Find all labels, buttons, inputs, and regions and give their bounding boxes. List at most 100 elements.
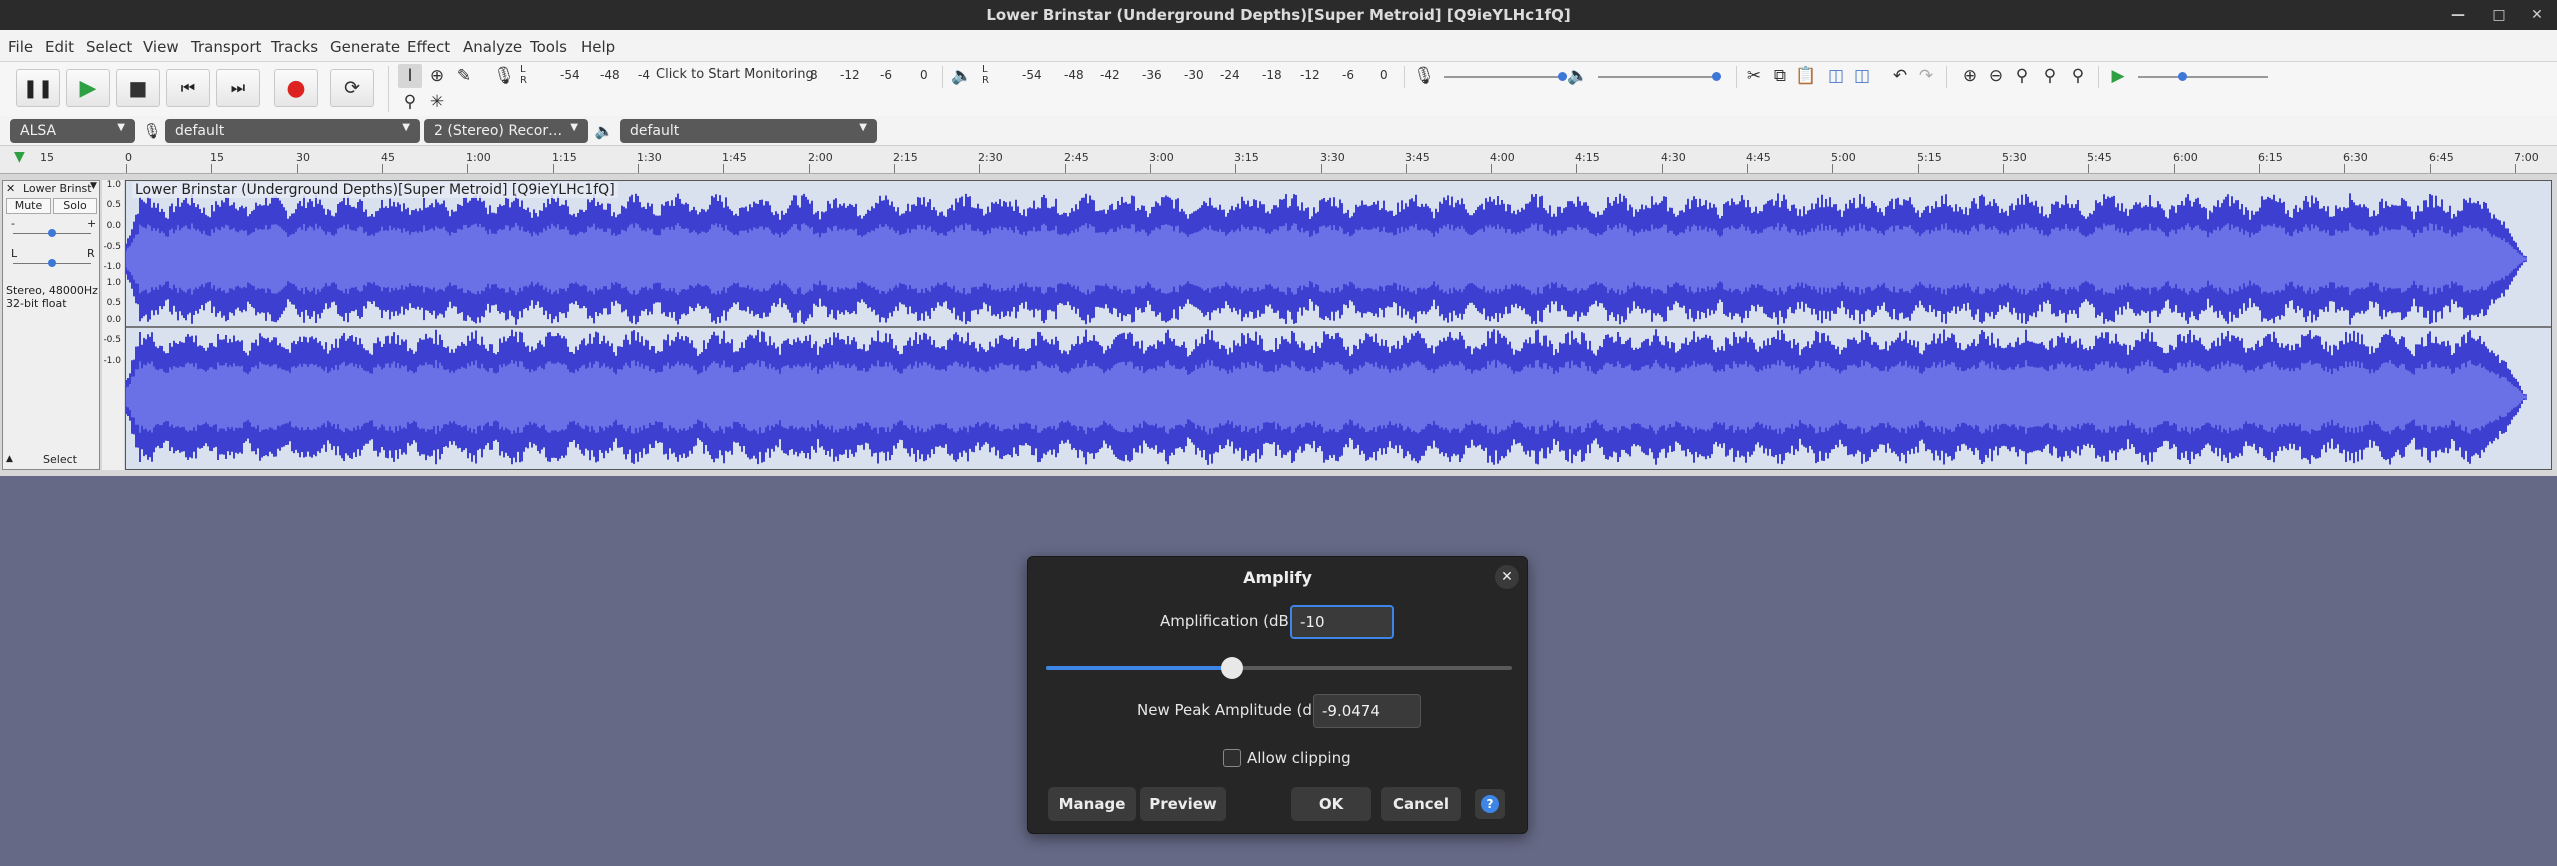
- scale-label: 0.5: [106, 200, 121, 210]
- zoom-in-icon[interactable]: ⊕: [1958, 64, 1982, 88]
- toolbar-divider: [388, 66, 389, 112]
- track-menu-name[interactable]: Lower Brinst: [23, 182, 92, 195]
- manage-button[interactable]: Manage: [1048, 787, 1136, 821]
- menu-select[interactable]: Select: [86, 38, 132, 56]
- toolbar-divider: [1736, 66, 1737, 88]
- microphone-icon[interactable]: 🎙: [492, 64, 516, 88]
- play-at-speed-icon[interactable]: ▶: [2106, 64, 2130, 88]
- chevron-down-icon[interactable]: ▼: [90, 181, 97, 191]
- menu-effect[interactable]: Effect: [407, 38, 450, 56]
- help-icon: ?: [1481, 795, 1499, 813]
- solo-button[interactable]: Solo: [53, 198, 97, 214]
- silence-icon[interactable]: ◫: [1850, 64, 1874, 88]
- fit-selection-icon[interactable]: ⚲: [2010, 64, 2034, 88]
- mute-button[interactable]: Mute: [6, 198, 51, 214]
- selection-tool-icon[interactable]: I: [398, 64, 422, 88]
- recording-channels-select[interactable]: 2 (Stereo) Recor… ▼: [424, 119, 588, 143]
- waveform[interactable]: [126, 181, 2552, 470]
- menu-tools[interactable]: Tools: [530, 38, 567, 56]
- menu-analyze[interactable]: Analyze: [463, 38, 522, 56]
- undo-icon[interactable]: ↶: [1888, 64, 1912, 88]
- maximize-icon[interactable]: □: [2487, 3, 2511, 27]
- menu-edit[interactable]: Edit: [45, 38, 74, 56]
- playback-volume-slider[interactable]: [1598, 76, 1718, 78]
- draw-tool-icon[interactable]: ✎: [452, 64, 476, 88]
- cut-icon[interactable]: ✂: [1742, 64, 1766, 88]
- timeline-ruler[interactable]: ▼ 15 0 15 30 45 1:00 1:15 1:30 1:45 2:00 2:15 2:30…: [0, 146, 2557, 174]
- amplification-slider[interactable]: [1046, 657, 1512, 679]
- menu-generate[interactable]: Generate: [330, 38, 400, 56]
- title-bar: Lower Brinstar (Underground Depths)[Supe…: [0, 0, 2557, 30]
- loop-button[interactable]: ⟳: [330, 69, 374, 107]
- copy-icon[interactable]: ⧉: [1768, 64, 1792, 88]
- ruler-tick-mark: [638, 164, 639, 173]
- audio-host-select[interactable]: ALSA ▼: [10, 119, 135, 143]
- track-control-panel: ✕ Lower Brinst ▼ Mute Solo - + L R Stere…: [2, 180, 100, 470]
- collapse-track-icon[interactable]: ▲: [6, 454, 13, 464]
- allow-clipping-label[interactable]: Allow clipping: [1247, 749, 1351, 767]
- preview-button[interactable]: Preview: [1140, 787, 1226, 821]
- amplification-slider-knob[interactable]: [1221, 657, 1244, 679]
- ruler-tick-mark: [1747, 164, 1748, 173]
- waveform-clip[interactable]: Lower Brinstar (Underground Depths)[Supe…: [125, 180, 2552, 470]
- zoom-tool-icon[interactable]: ⚲: [398, 90, 422, 114]
- ruler-tick-label: 0: [125, 151, 132, 164]
- toolbar-divider: [2098, 66, 2099, 88]
- recording-volume-slider[interactable]: [1444, 76, 1564, 78]
- play-meter-tick: -24: [1220, 68, 1240, 82]
- pan-right: R: [87, 247, 95, 260]
- play-meter-tick: -30: [1184, 68, 1204, 82]
- pan-knob[interactable]: [48, 259, 56, 267]
- amplification-input[interactable]: [1290, 605, 1394, 639]
- track-close-icon[interactable]: ✕: [6, 182, 15, 195]
- playback-meter[interactable]: -54 -48 -42 -36 -30 -24 -18 -12 -6 0: [992, 64, 1392, 86]
- cancel-button[interactable]: Cancel: [1381, 787, 1461, 821]
- zoom-out-icon[interactable]: ⊖: [1984, 64, 2008, 88]
- record-meter-r: R: [520, 75, 527, 86]
- pause-button[interactable]: ❚❚: [16, 69, 60, 107]
- ruler-tick-label: 30: [296, 151, 310, 164]
- play-speed-knob[interactable]: [2178, 72, 2187, 81]
- ruler-tick-label: 2:00: [808, 151, 833, 164]
- ruler-tick-label: 2:15: [893, 151, 918, 164]
- menu-tracks[interactable]: Tracks: [271, 38, 318, 56]
- playback-device-select[interactable]: default ▼: [620, 119, 877, 143]
- skip-start-button[interactable]: ⏮: [166, 69, 210, 107]
- minimize-icon[interactable]: —: [2446, 3, 2470, 27]
- timeline-options-icon[interactable]: ▼: [14, 149, 25, 165]
- redo-icon[interactable]: ↷: [1914, 64, 1938, 88]
- record-icon: ●: [286, 76, 306, 101]
- play-meter-tick: -6: [1342, 68, 1354, 82]
- pause-icon: ❚❚: [22, 78, 54, 99]
- close-icon[interactable]: ✕: [2525, 3, 2549, 27]
- recording-device-select[interactable]: default ▼: [165, 119, 420, 143]
- ok-button[interactable]: OK: [1291, 787, 1371, 821]
- menu-file[interactable]: File: [8, 38, 33, 56]
- zoom-toggle-icon[interactable]: ⚲: [2066, 64, 2090, 88]
- clip-title[interactable]: Lower Brinstar (Underground Depths)[Supe…: [132, 182, 618, 198]
- help-button[interactable]: ?: [1475, 789, 1505, 819]
- allow-clipping-checkbox[interactable]: [1223, 749, 1241, 767]
- stop-button[interactable]: ■: [116, 69, 160, 107]
- select-track-button[interactable]: Select: [23, 453, 97, 469]
- menu-help[interactable]: Help: [581, 38, 615, 56]
- peak-amplitude-input[interactable]: [1313, 694, 1421, 728]
- close-icon[interactable]: ✕: [1495, 565, 1519, 589]
- paste-icon[interactable]: 📋: [1794, 64, 1818, 88]
- fit-project-icon[interactable]: ⚲: [2038, 64, 2062, 88]
- multi-tool-icon[interactable]: ✳: [425, 90, 449, 114]
- menu-transport[interactable]: Transport: [191, 38, 261, 56]
- envelope-tool-icon[interactable]: ⊕: [425, 64, 449, 88]
- ruler-tick-label: 3:15: [1234, 151, 1259, 164]
- ruler-tick-label: 6:30: [2343, 151, 2368, 164]
- menu-view[interactable]: View: [143, 38, 179, 56]
- trim-icon[interactable]: ◫: [1824, 64, 1848, 88]
- record-button[interactable]: ●: [274, 69, 318, 107]
- record-meter[interactable]: -54 -48 -4 Click to Start Monitoring 8 -…: [530, 64, 930, 86]
- speaker-icon[interactable]: 🔈: [950, 64, 974, 88]
- play-speed-slider[interactable]: [2138, 76, 2268, 78]
- playback-volume-knob[interactable]: [1712, 72, 1721, 81]
- skip-end-button[interactable]: ⏭: [216, 69, 260, 107]
- play-button[interactable]: ▶: [66, 69, 110, 107]
- gain-knob[interactable]: [48, 229, 56, 237]
